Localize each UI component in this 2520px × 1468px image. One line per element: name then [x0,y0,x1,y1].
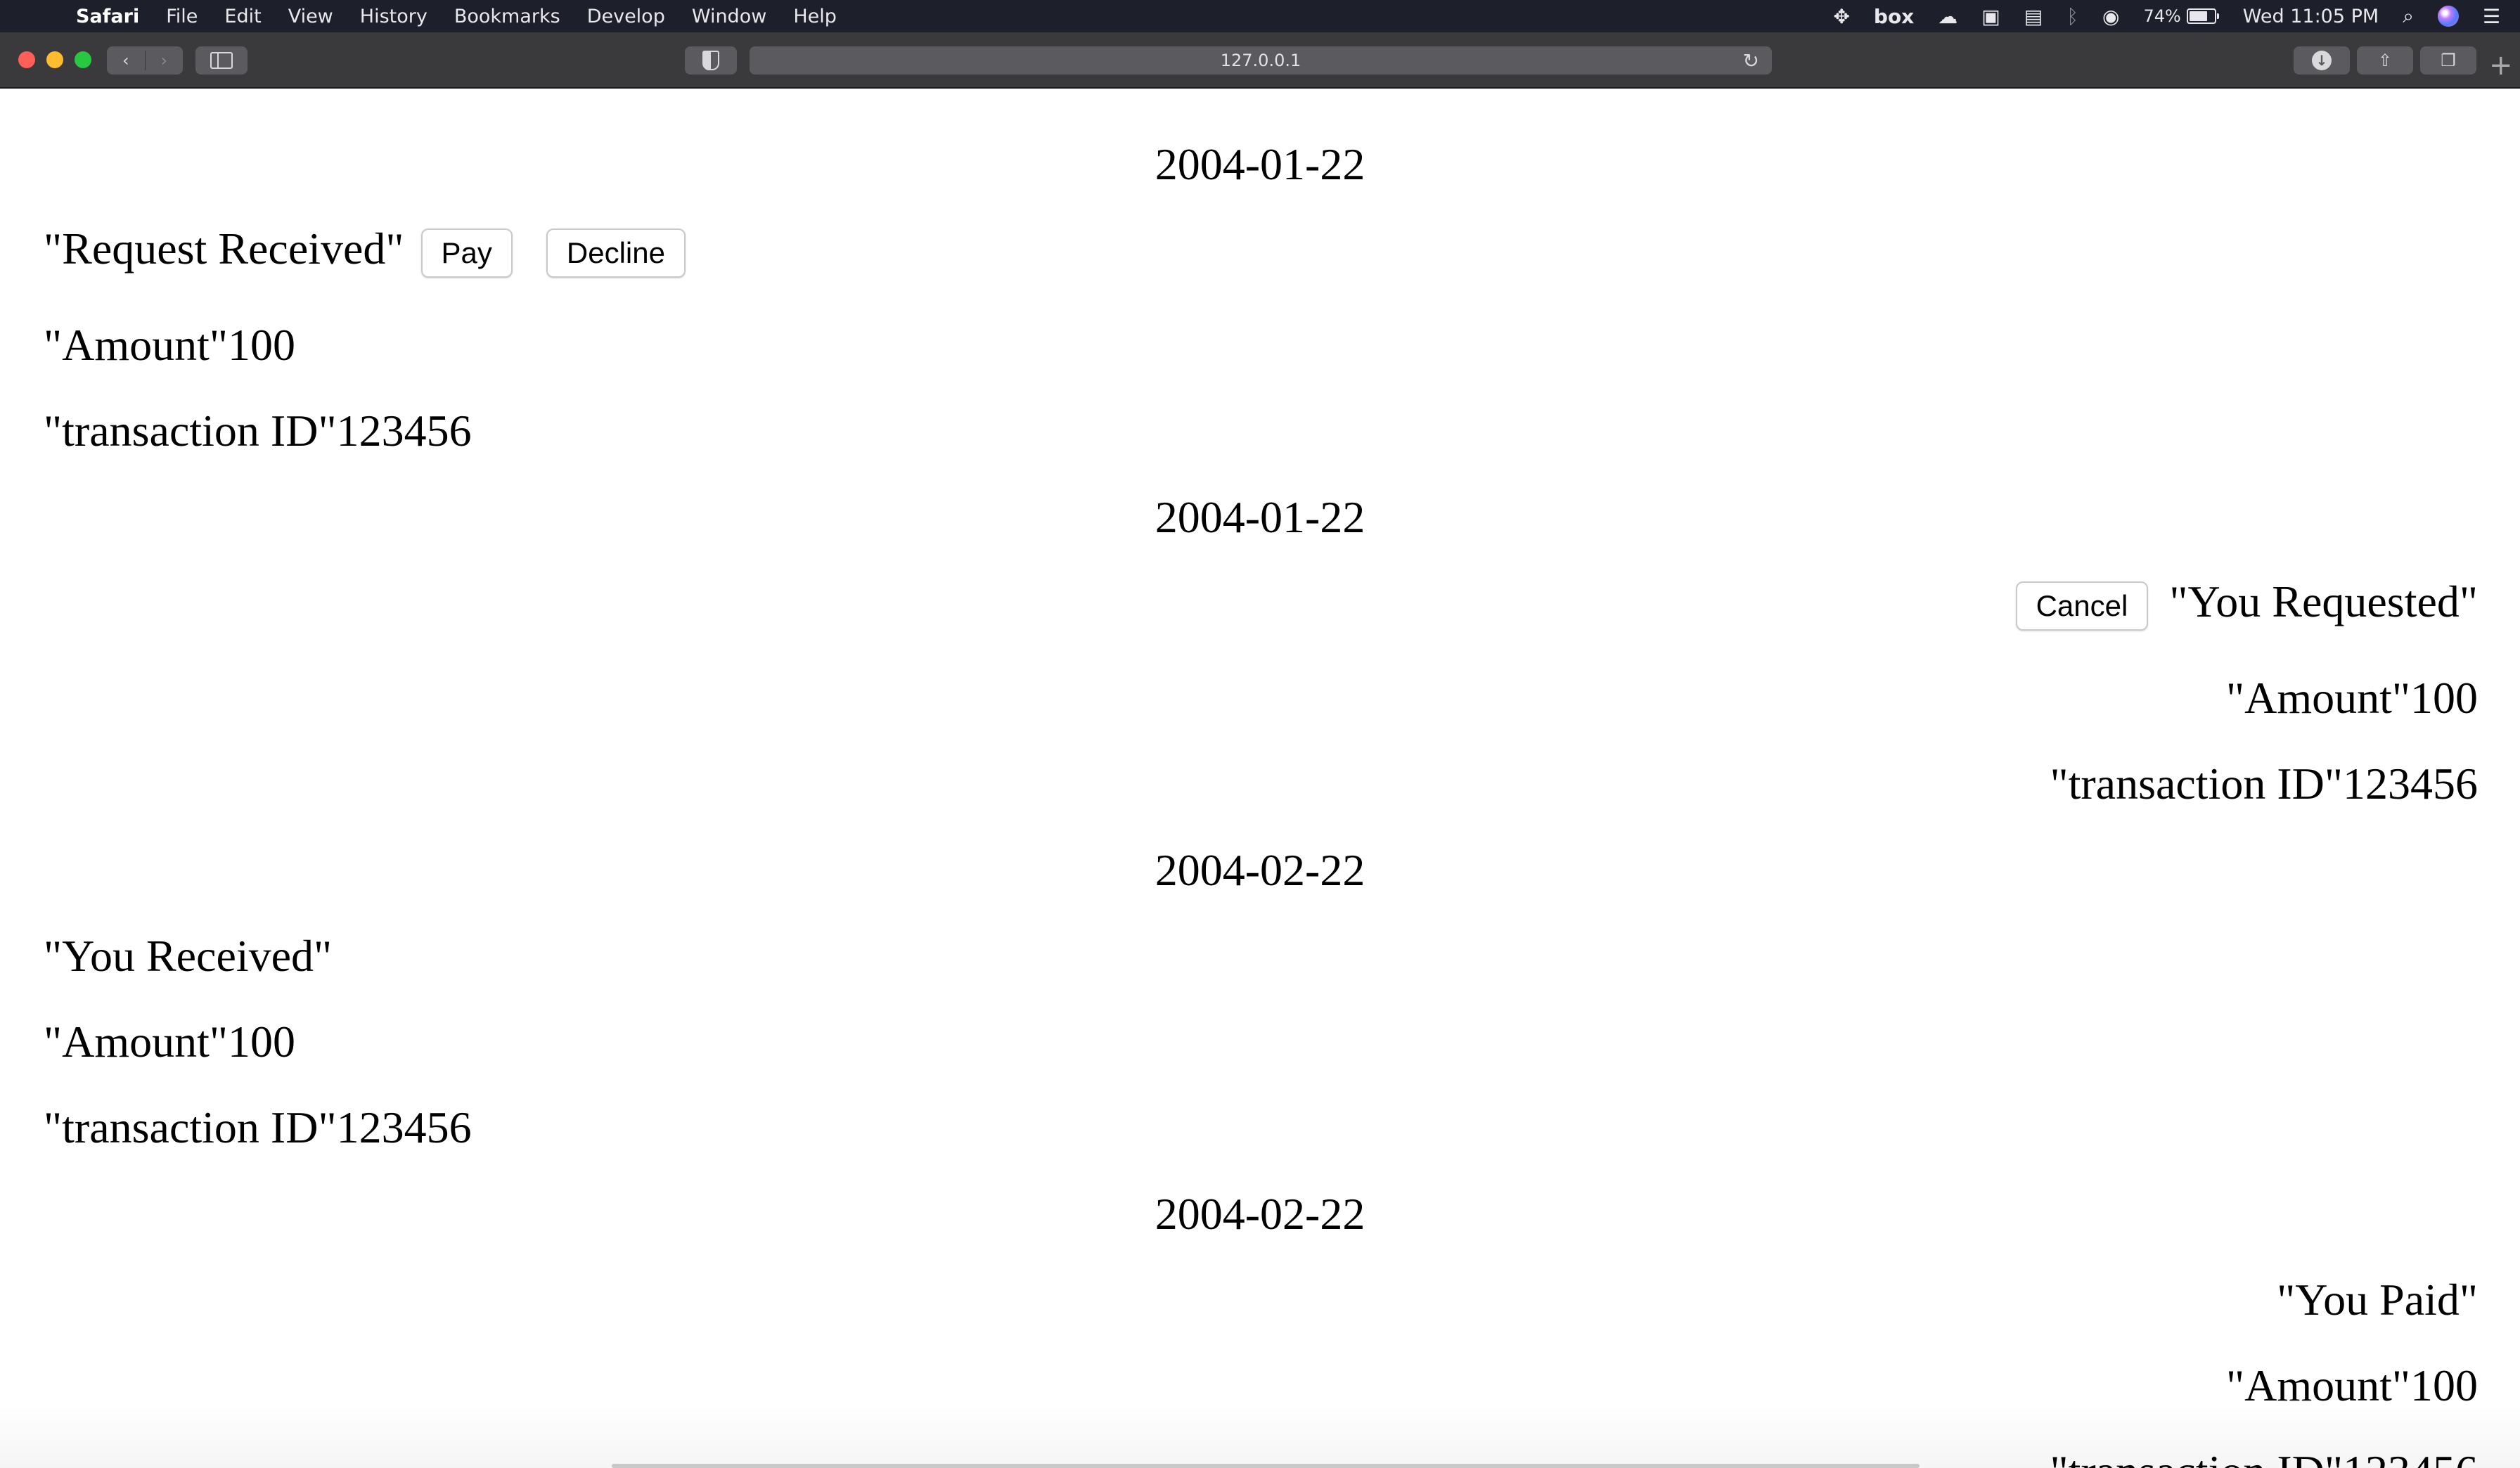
transaction-amount: "Amount"100 [44,320,296,370]
menu-bookmarks[interactable]: Bookmarks [454,6,560,27]
page-content: 2004-01-22 "Request Received" Pay Declin… [0,89,2520,1468]
horizontal-scrollbar[interactable] [612,1464,1920,1468]
zoom-window-button[interactable] [75,51,91,68]
status-area: ✥ box ☁ ▣ ▤ ᛒ ◉ 74% Wed 11:05 PM ⌕ ☰ [1809,0,2500,32]
transaction-status-row: Cancel "You Requested" [2015,577,2478,631]
wifi-icon[interactable]: ◉ [2102,5,2119,28]
download-icon: ↓ [2312,51,2332,70]
menu-window[interactable]: Window [692,6,766,27]
menu-file[interactable]: File [166,6,198,27]
tab-overview-button[interactable]: ❐ [2420,46,2476,75]
forward-button[interactable]: › [144,51,184,70]
scroll-shadow [0,1405,2520,1468]
screen-capture-icon[interactable]: ▣ [1981,5,2000,28]
cancel-button[interactable]: Cancel [2015,581,2149,631]
transaction-date: 2004-02-22 [1155,1189,1365,1239]
menu-history[interactable]: History [360,6,428,27]
transaction-date: 2004-02-22 [1155,845,1365,895]
transaction-status: "Request Received" [44,224,404,273]
spotlight-search-icon[interactable]: ⌕ [2403,4,2414,28]
address-bar[interactable]: 127.0.0.1 ↻ [750,46,1772,75]
transaction-id: "transaction ID"123456 [2050,759,2478,809]
battery-indicator[interactable]: 74% [2143,6,2219,26]
privacy-report-button[interactable] [685,46,737,75]
new-tab-button[interactable]: + [2489,49,2513,82]
url-text: 127.0.0.1 [1220,51,1301,70]
share-button[interactable]: ⇧ [2357,46,2413,75]
menu-develop[interactable]: Develop [587,6,665,27]
notification-center-icon[interactable]: ☰ [2483,5,2500,28]
menu-view[interactable]: View [288,6,333,27]
transaction-date: 2004-01-22 [1155,492,1365,542]
reload-icon[interactable]: ↻ [1743,49,1759,72]
cloud-icon[interactable]: ☁ [1938,5,1958,28]
tabs-icon: ❐ [2441,51,2456,70]
transaction-status: "You Paid" [2277,1275,2478,1325]
browser-toolbar: ‹ › 127.0.0.1 ↻ ↓ ⇧ ❐ + [0,32,2520,89]
menu-app-name[interactable]: Safari [76,6,139,27]
back-button[interactable]: ‹ [107,51,145,70]
transaction-amount: "Amount"100 [44,1017,296,1067]
pay-button[interactable]: Pay [420,228,513,278]
clock[interactable]: Wed 11:05 PM [2243,6,2379,27]
close-window-button[interactable] [18,51,35,68]
menu-edit[interactable]: Edit [224,6,261,27]
minimize-window-button[interactable] [46,51,63,68]
siri-icon[interactable] [2437,6,2459,27]
menu-help[interactable]: Help [793,6,837,27]
sync-icon[interactable]: ✥ [1833,5,1849,28]
battery-icon [2186,8,2216,24]
display-icon[interactable]: ▤ [2024,5,2043,28]
menu-bar: Safari File Edit View History Bookmarks … [0,0,2520,32]
transaction-amount: "Amount"100 [2225,1360,2478,1410]
transaction-id: "transaction ID"123456 [44,406,472,456]
navigation-buttons: ‹ › [107,46,183,75]
shield-icon [702,51,719,70]
decline-button[interactable]: Decline [546,228,686,278]
transaction-id: "transaction ID"123456 [44,1102,472,1152]
bluetooth-icon[interactable]: ᛒ [2066,5,2078,28]
transaction-date: 2004-01-22 [1155,139,1365,189]
transaction-status: "You Received" [44,931,333,981]
downloads-button[interactable]: ↓ [2294,46,2350,75]
sidebar-icon [210,52,233,69]
transaction-amount: "Amount"100 [2225,673,2478,723]
battery-percent: 74% [2143,6,2181,26]
transaction-status-row: "Request Received" Pay Decline [44,226,686,278]
box-icon[interactable]: box [1874,5,1914,28]
sidebar-toggle-button[interactable] [195,46,248,75]
transaction-status: "You Requested" [2169,577,2478,626]
share-icon: ⇧ [2377,51,2393,70]
